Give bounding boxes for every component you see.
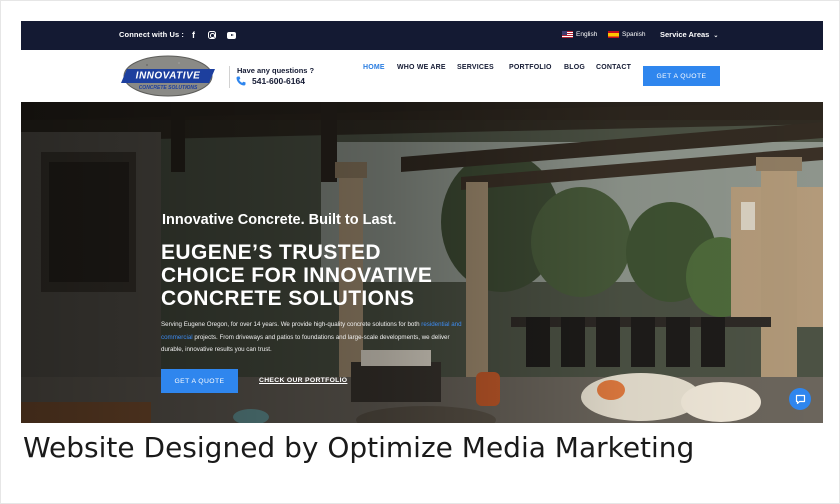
hero-tagline: Innovative Concrete. Built to Last. bbox=[162, 212, 397, 228]
nav-services[interactable]: SERVICES bbox=[457, 64, 494, 71]
hero-title-line-2: CHOICE FOR INNOVATIVE bbox=[161, 264, 433, 287]
logo-wordmark: INNOVATIVE bbox=[136, 71, 201, 82]
hero-description-text-1: Serving Eugene Oregon, for over 14 years… bbox=[161, 321, 420, 328]
nav-blog[interactable]: BLOG bbox=[564, 64, 585, 71]
phone-number[interactable]: 541-600-6164 bbox=[252, 76, 305, 86]
language-english-label: English bbox=[576, 31, 598, 38]
chat-widget-button[interactable] bbox=[789, 388, 811, 410]
website-screenshot: Connect with Us : f English Spanish Serv… bbox=[21, 21, 823, 423]
youtube-icon[interactable] bbox=[227, 29, 236, 41]
questions-label: Have any questions ? bbox=[237, 66, 315, 75]
header-divider bbox=[229, 66, 230, 88]
language-spanish-label: Spanish bbox=[622, 31, 646, 38]
chat-icon bbox=[795, 394, 805, 404]
spain-flag-icon bbox=[608, 31, 619, 38]
facebook-icon[interactable]: f bbox=[192, 29, 195, 41]
hero-get-quote-button[interactable]: GET A QUOTE bbox=[161, 369, 238, 393]
connect-label: Connect with Us : bbox=[119, 30, 185, 39]
hero-title-line-1: EUGENE’S TRUSTED bbox=[161, 241, 381, 264]
hero-title-line-3: CONCRETE SOLUTIONS bbox=[161, 287, 415, 310]
site-logo[interactable]: INNOVATIVE CONCRETE SOLUTIONS bbox=[117, 55, 219, 97]
page-frame: Connect with Us : f English Spanish Serv… bbox=[0, 0, 840, 504]
phone-icon bbox=[236, 76, 246, 86]
nav-home[interactable]: HOME bbox=[363, 64, 385, 71]
us-flag-icon bbox=[562, 31, 573, 38]
phone-contact[interactable]: 541-600-6164 bbox=[236, 76, 305, 86]
language-spanish[interactable]: Spanish bbox=[608, 31, 646, 38]
nav-who-we-are[interactable]: WHO WE ARE bbox=[397, 64, 446, 71]
top-bar: Connect with Us : f English Spanish Serv… bbox=[21, 21, 823, 50]
logo-subtitle: CONCRETE SOLUTIONS bbox=[139, 85, 198, 91]
instagram-icon[interactable] bbox=[208, 29, 216, 41]
image-caption: Website Designed by Optimize Media Marke… bbox=[23, 431, 695, 464]
hero-description: Serving Eugene Oregon, for over 14 years… bbox=[161, 319, 471, 357]
check-portfolio-link[interactable]: CHECK OUR PORTFOLIO bbox=[259, 377, 347, 384]
nav-portfolio[interactable]: PORTFOLIO bbox=[509, 64, 552, 71]
language-english[interactable]: English bbox=[562, 31, 597, 38]
header-get-quote-button[interactable]: GET A QUOTE bbox=[643, 66, 720, 86]
service-areas-label: Service Areas bbox=[660, 30, 710, 39]
hero-description-text-2: projects. From driveways and patios to f… bbox=[161, 333, 450, 354]
service-areas-dropdown[interactable]: Service Areas ⌄ bbox=[660, 30, 718, 39]
chevron-down-icon: ⌄ bbox=[713, 33, 719, 39]
hero-title: EUGENE’S TRUSTED CHOICE FOR INNOVATIVE C… bbox=[161, 241, 501, 310]
nav-contact[interactable]: CONTACT bbox=[596, 64, 631, 71]
